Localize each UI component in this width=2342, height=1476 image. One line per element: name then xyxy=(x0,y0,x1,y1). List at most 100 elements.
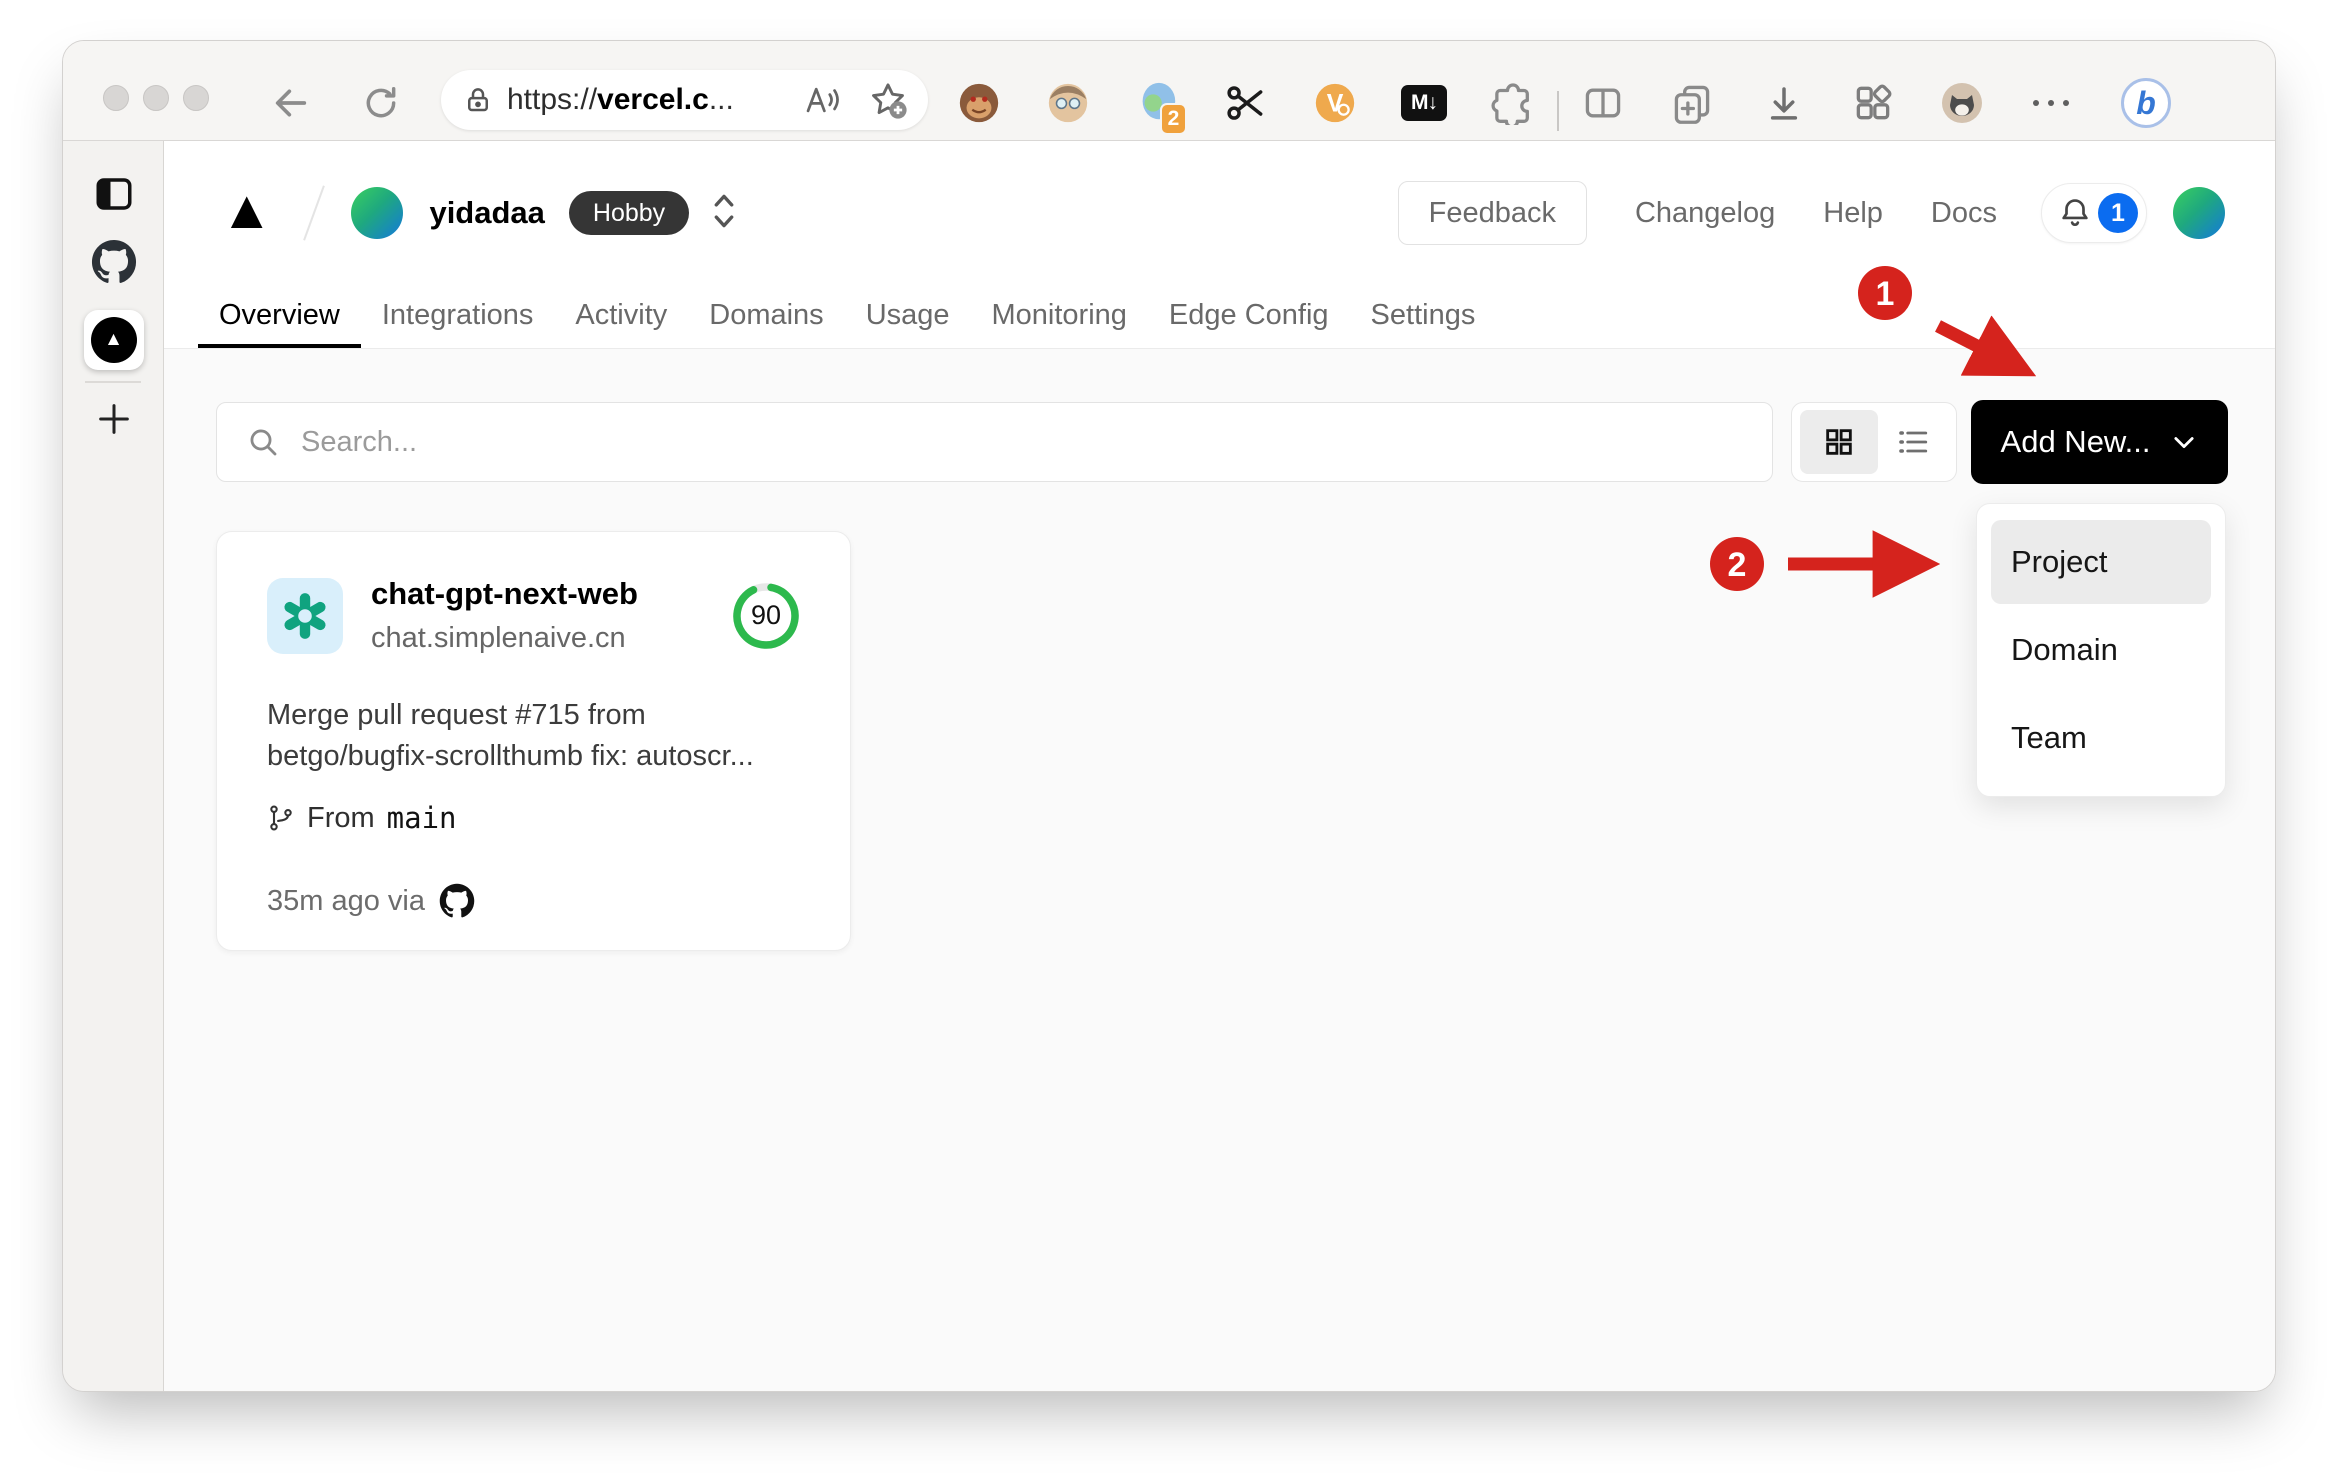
bell-icon xyxy=(2062,199,2088,227)
project-card[interactable]: chat-gpt-next-web chat.simplenaive.cn 90 xyxy=(216,531,851,951)
bing-chat-button[interactable]: b xyxy=(2120,77,2172,129)
team-switcher-button[interactable] xyxy=(711,191,737,236)
grid-view-button[interactable] xyxy=(1800,410,1878,474)
list-view-icon xyxy=(1899,431,1928,453)
read-aloud-icon[interactable] xyxy=(804,82,842,118)
window-controls[interactable] xyxy=(103,85,209,111)
back-arrow-icon xyxy=(275,89,307,117)
sidebar-panel-icon xyxy=(96,178,131,210)
commit-message[interactable]: Merge pull request #715 from betgo/bugfi… xyxy=(267,695,800,777)
openai-logo-icon xyxy=(284,592,326,639)
card-footer: 35m ago via xyxy=(267,883,800,919)
add-favorite-icon[interactable] xyxy=(868,80,908,120)
split-screen-icon xyxy=(1585,88,1621,118)
settings-menu-button[interactable] xyxy=(2025,77,2077,129)
minimize-window-button[interactable] xyxy=(143,85,169,111)
tab-integrations[interactable]: Integrations xyxy=(361,282,555,348)
lock-icon xyxy=(468,88,488,112)
split-screen-button[interactable] xyxy=(1577,77,1629,129)
markdown-extension-icon[interactable]: M↓ xyxy=(1398,77,1450,129)
user-avatar[interactable] xyxy=(2173,187,2225,239)
dropdown-item-project[interactable]: Project xyxy=(1991,520,2211,604)
score-ring[interactable]: 90 xyxy=(732,582,800,650)
address-bar[interactable]: https://vercel.c... xyxy=(441,70,928,130)
monkey-icon xyxy=(959,83,999,123)
score-value: 90 xyxy=(750,600,782,630)
tab-settings[interactable]: Settings xyxy=(1350,282,1497,348)
add-new-label: Add New... xyxy=(2000,424,2151,459)
v-circle-icon: V xyxy=(1315,83,1355,123)
team-avatar[interactable] xyxy=(351,187,404,239)
commit-line-1: Merge pull request #715 from xyxy=(267,699,646,731)
tab-edge-config[interactable]: Edge Config xyxy=(1148,282,1350,348)
browser-tools xyxy=(1577,77,1718,129)
browser-sidebar: ▲ xyxy=(63,141,164,1391)
sidebar-item-vercel-active[interactable]: ▲ xyxy=(63,310,164,370)
bing-icon: b xyxy=(2121,78,2171,128)
dropdown-item-domain[interactable]: Domain xyxy=(1991,608,2211,692)
project-domain[interactable]: chat.simplenaive.cn xyxy=(371,622,638,655)
scissors-extension-icon[interactable] xyxy=(1220,77,1272,129)
extensions-menu-button[interactable] xyxy=(1487,77,1539,129)
back-button[interactable] xyxy=(269,81,313,125)
sidebar-toggle-button[interactable] xyxy=(63,173,164,215)
sidebar-add-button[interactable] xyxy=(63,399,164,439)
vercel-header: ▲ yidadaa Hobby Feedback Changelog Help … xyxy=(164,141,2275,349)
refresh-button[interactable] xyxy=(359,81,403,125)
scissors-icon xyxy=(1227,86,1263,120)
list-view-button[interactable] xyxy=(1878,424,1948,460)
docs-link[interactable]: Docs xyxy=(1931,197,1997,230)
active-tab-card: ▲ xyxy=(83,310,144,370)
project-icon xyxy=(267,577,343,654)
changelog-link[interactable]: Changelog xyxy=(1635,197,1775,230)
browser-toolbar: https://vercel.c... 2 V M↓ b xyxy=(63,41,2275,141)
downloads-button[interactable] xyxy=(1758,77,1810,129)
deploy-time: 35m ago via xyxy=(267,884,425,917)
vercel-logo[interactable]: ▲ xyxy=(220,183,273,237)
zoom-window-button[interactable] xyxy=(183,85,209,111)
dropdown-item-team[interactable]: Team xyxy=(1991,696,2211,780)
team-name[interactable]: yidadaa xyxy=(429,195,544,231)
breadcrumb-slash xyxy=(303,185,326,241)
markdown-icon: M↓ xyxy=(1401,85,1447,121)
github-icon xyxy=(91,239,136,283)
sidebar-item-github[interactable] xyxy=(63,239,164,285)
download-icon xyxy=(1770,87,1798,120)
sidebar-divider xyxy=(85,381,141,383)
avatar-extension-icon[interactable] xyxy=(1042,77,1094,129)
project-name[interactable]: chat-gpt-next-web xyxy=(371,576,638,612)
add-new-button[interactable]: Add New... xyxy=(1971,400,2228,484)
tab-usage[interactable]: Usage xyxy=(845,282,971,348)
refresh-icon xyxy=(366,87,396,118)
tab-activity[interactable]: Activity xyxy=(554,282,688,348)
plan-badge: Hobby xyxy=(568,191,690,235)
search-input[interactable] xyxy=(301,425,1742,459)
apps-grid-icon xyxy=(1856,84,1892,120)
close-window-button[interactable] xyxy=(103,85,129,111)
tab-domains[interactable]: Domains xyxy=(688,282,844,348)
search-bar[interactable] xyxy=(216,402,1773,482)
git-branch-icon xyxy=(270,805,292,831)
profile-avatar[interactable] xyxy=(1936,77,1988,129)
from-label: From xyxy=(307,801,375,834)
collections-button[interactable] xyxy=(1666,77,1718,129)
chevron-down-icon xyxy=(2174,437,2195,449)
feedback-button[interactable]: Feedback xyxy=(1397,181,1587,245)
github-source-icon xyxy=(439,883,475,918)
apps-button[interactable] xyxy=(1847,77,1899,129)
ellipsis-icon xyxy=(2033,100,2069,106)
notification-count: 1 xyxy=(2098,193,2138,233)
branch-name: main xyxy=(386,801,457,835)
toolbar-divider xyxy=(1557,91,1559,131)
video-extension-icon[interactable]: V xyxy=(1309,77,1361,129)
tab-overview[interactable]: Overview xyxy=(198,282,361,348)
monkey-extension-icon[interactable] xyxy=(953,77,1005,129)
badge-extension-icon[interactable]: 2 xyxy=(1131,77,1187,135)
extension-count-badge: 2 xyxy=(1160,103,1187,135)
tab-monitoring[interactable]: Monitoring xyxy=(971,282,1148,348)
overview-content: Add New... Project Domain Team xyxy=(164,349,2275,1391)
help-link[interactable]: Help xyxy=(1823,197,1883,230)
view-toggle xyxy=(1791,402,1957,482)
notifications-button[interactable]: 1 xyxy=(2041,183,2147,243)
commit-line-2: betgo/bugfix-scrollthumb fix: autoscr... xyxy=(267,740,754,772)
